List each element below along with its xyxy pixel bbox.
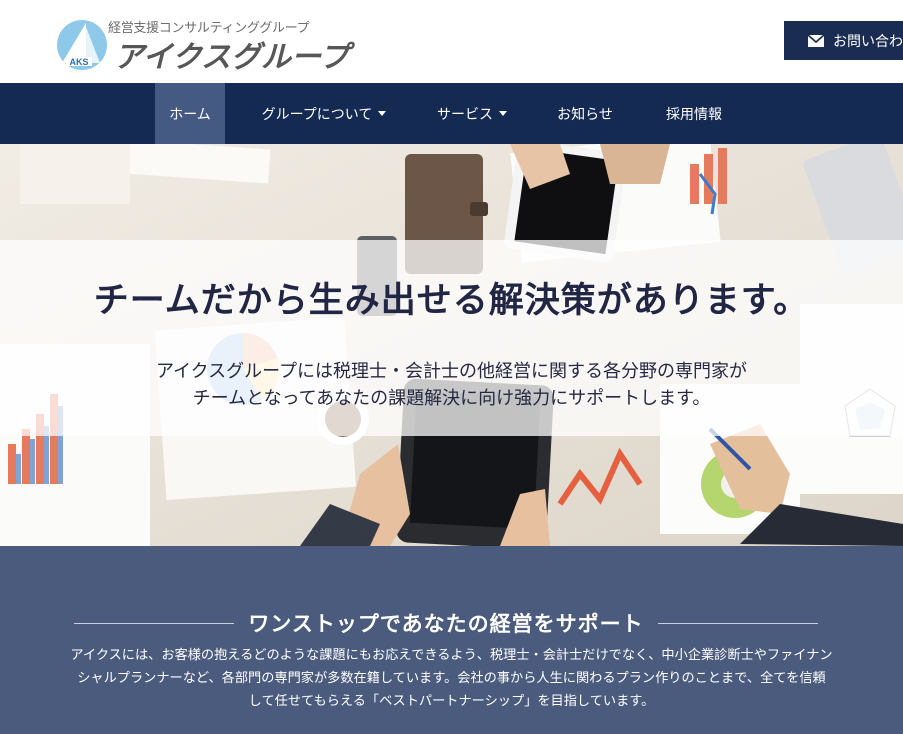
one-stop-support-section: ワンストップであなたの経営をサポート アイクスには、お客様の抱えるどのような課題… xyxy=(0,546,903,734)
nav-item-label: グループについて xyxy=(261,106,373,123)
section-title-row: ワンストップであなたの経営をサポート xyxy=(74,608,818,638)
nav-item-recruit[interactable]: 採用情報 xyxy=(652,83,736,144)
nav-item-label: サービス xyxy=(437,106,493,123)
nav-item-label: お知らせ xyxy=(557,106,613,123)
nav-item-label: ホーム xyxy=(169,106,211,123)
hero-headline: チームだから生み出せる解決策があります。 xyxy=(93,280,810,321)
section-description: アイクスには、お客様の抱えるどのような課題にもお応えできるよう、税理士・会計士だ… xyxy=(70,644,833,713)
description-line: して任せてもらえる「ベストパートナーシップ」を目指しています。 xyxy=(248,694,655,709)
nav-item-home[interactable]: ホーム xyxy=(155,83,225,144)
nav-item-label: 採用情報 xyxy=(666,106,722,123)
section-title: ワンストップであなたの経営をサポート xyxy=(248,611,644,636)
nav-item-about-group[interactable]: グループについて xyxy=(252,83,396,144)
hero-banner: チームだから生み出せる解決策があります。 アイクスグループには税理士・会計士の他… xyxy=(0,144,903,546)
description-line: アイクスには、お客様の抱えるどのような課題にもお応えできるよう、税理士・会計士だ… xyxy=(70,648,833,663)
nav-item-news[interactable]: お知らせ xyxy=(546,83,624,144)
hero-subtext: アイクスグループには税理士・会計士の他経営に関する各分野の専門家が チームとなっ… xyxy=(0,358,903,412)
main-nav: ホーム グループについて サービス お知らせ 採用情報 xyxy=(0,83,903,144)
logo-mark-text: AKS xyxy=(69,57,88,67)
nav-item-services[interactable]: サービス xyxy=(426,83,518,144)
company-name: アイクスグループ xyxy=(114,40,350,75)
hero-subtext-line: アイクスグループには税理士・会計士の他経営に関する各分野の専門家が xyxy=(155,361,748,382)
logo-mark-icon: AKS xyxy=(57,20,107,70)
caret-down-icon xyxy=(378,111,387,116)
hero-subtext-line: チームとなってあなたの課題解決に向け強力にサポートします。 xyxy=(192,388,711,409)
title-divider-right xyxy=(657,622,818,624)
mail-icon xyxy=(808,34,824,47)
contact-button[interactable]: お問い合わせ xyxy=(784,21,903,60)
caret-down-icon xyxy=(499,111,507,116)
site-header: AKS 経営支援コンサルティンググループ アイクスグループ お問い合わせ xyxy=(0,0,903,83)
site-logo[interactable]: AKS 経営支援コンサルティンググループ アイクスグループ xyxy=(56,17,356,75)
contact-button-label: お問い合わせ xyxy=(833,33,903,50)
description-line: シャルプランナーなど、各部門の専門家が多数在籍しています。会社の事から人生に関わ… xyxy=(77,671,826,686)
title-divider-left xyxy=(74,622,235,624)
